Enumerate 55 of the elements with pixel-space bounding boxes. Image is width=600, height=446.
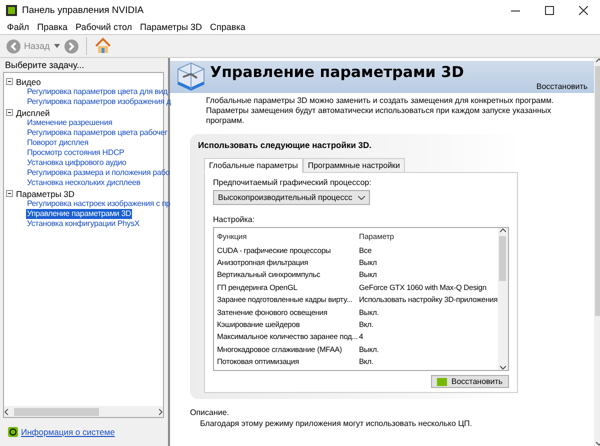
tree-item[interactable]: Установка конфигурации PhysX — [26, 219, 141, 229]
nvidia-icon — [437, 378, 448, 386]
collapse-toggle[interactable] — [6, 78, 13, 85]
menu-item[interactable]: Параметры 3D — [137, 22, 206, 32]
menu-item[interactable]: Рабочий стол — [72, 22, 136, 32]
page-title: Управление параметрами 3D — [210, 63, 464, 81]
home-icon[interactable] — [94, 37, 112, 55]
restore-button[interactable]: Восстановить — [431, 375, 509, 388]
menu-item[interactable]: Справка — [207, 22, 248, 32]
tree-item[interactable]: Изменение разрешения — [26, 118, 114, 128]
menu-item[interactable]: Правка — [34, 22, 71, 32]
tree-category[interactable]: Параметры 3D — [16, 188, 75, 198]
scroll-left-icon — [4, 408, 10, 414]
tree-category[interactable]: Видео — [16, 76, 41, 86]
scrollbar-thumb[interactable] — [14, 408, 99, 416]
settings-tab[interactable]: Глобальные параметры — [204, 158, 303, 173]
window-title: Панель управления NVIDIA — [22, 4, 144, 16]
description-label: Описание. — [190, 407, 230, 418]
gpu-label: Предпочитаемый графический процессор: — [213, 178, 372, 187]
caret-icon — [358, 196, 366, 200]
menu-item[interactable]: Файл — [4, 22, 32, 32]
forward-button[interactable] — [64, 38, 79, 54]
tree-item[interactable]: Управление параметрами 3D — [26, 209, 132, 219]
restore-link[interactable]: Восстановить — [536, 82, 588, 91]
tree-item[interactable]: Регулировка настроек изображения с пр — [26, 199, 172, 209]
info-icon — [8, 427, 18, 437]
page-description: Глобальные параметры 3D можно заменить и создать замещения для конкретных программ. Параметры замещения будут автоматически использоваться при каждом запуске указанных программ. — [206, 96, 555, 126]
tree-item[interactable]: Регулировка параметров цвета рабочег — [26, 128, 168, 138]
tree-item[interactable]: Просмотр состояния HDCP — [26, 148, 126, 158]
tree-item[interactable]: Регулировка размера и положения рабо — [26, 168, 171, 178]
dropdown-caret-icon[interactable] — [54, 44, 60, 48]
scrollbar-thumb[interactable] — [499, 236, 506, 281]
task-prompt: Выберите задачу... — [4, 59, 86, 72]
scroll-down-icon — [500, 364, 506, 370]
tree-item[interactable]: Установка цифрового аудио — [26, 158, 128, 168]
tree-item[interactable]: Регулировка параметров цвета для вид — [26, 87, 168, 97]
system-info-link[interactable]: Информация о системе — [21, 427, 115, 437]
card-title: Использовать следующие настройки 3D. — [198, 140, 373, 150]
maximize-button[interactable] — [544, 6, 554, 14]
gpu-dropdown[interactable]: Высокопроизводительный процессс — [213, 190, 370, 205]
settings-tab[interactable]: Программные настройки — [302, 158, 406, 173]
collapse-toggle[interactable] — [6, 190, 13, 197]
app-logo-icon — [6, 4, 17, 16]
description-text: Благодаря этому режиму приложения могут использовать несколько ЦП. — [199, 418, 474, 429]
tree-category[interactable]: Дисплей — [16, 108, 50, 118]
scroll-up-icon — [500, 228, 506, 234]
scroll-right-icon — [157, 408, 163, 414]
close-button[interactable] — [578, 6, 588, 14]
collapse-toggle[interactable] — [6, 109, 13, 116]
tree-item[interactable]: Установка нескольких дисплеев — [26, 178, 142, 188]
horizontal-scrollbar[interactable] — [4, 406, 163, 417]
tree-item[interactable]: Регулировка параметров изображения д — [26, 97, 172, 107]
tree-item[interactable]: Поворот дисплея — [26, 138, 90, 148]
settings-label: Настройка: — [213, 215, 256, 224]
vertical-scrollbar[interactable] — [498, 228, 508, 370]
